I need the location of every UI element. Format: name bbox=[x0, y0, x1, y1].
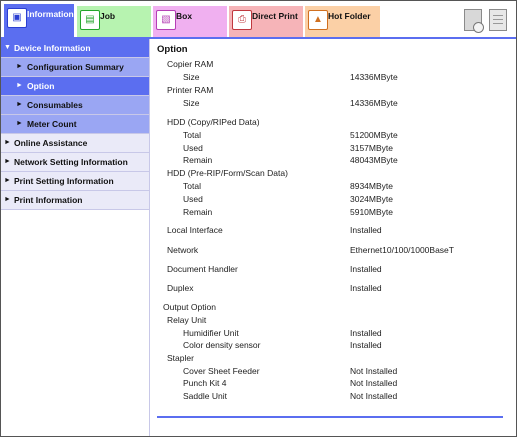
punch-kit-label: Punch Kit 4 bbox=[183, 378, 227, 388]
device-status-icon[interactable] bbox=[464, 9, 484, 33]
line-decor bbox=[493, 15, 503, 16]
line-decor bbox=[493, 19, 503, 20]
humidifier-unit-label: Humidifier Unit bbox=[183, 328, 239, 338]
hdd-copy-remain-value: 48043MByte bbox=[350, 155, 398, 165]
chevron-right-icon: ► bbox=[16, 101, 23, 108]
chevron-right-icon: ► bbox=[16, 63, 23, 70]
tab-box[interactable]: ▧ Box bbox=[153, 6, 227, 38]
duplex-value: Installed bbox=[350, 283, 382, 293]
hdd-prerip-total-label: Total bbox=[183, 181, 201, 191]
hdd-prerip-used-label: Used bbox=[183, 194, 203, 204]
cover-sheet-feeder-label: Cover Sheet Feeder bbox=[183, 366, 260, 376]
output-option-heading: Output Option bbox=[163, 302, 216, 312]
local-interface-value: Installed bbox=[350, 225, 382, 235]
hdd-copy-heading: HDD (Copy/RIPed Data) bbox=[167, 117, 260, 127]
sidebar-item-label: Configuration Summary bbox=[27, 62, 124, 72]
hdd-copy-remain-label: Remain bbox=[183, 155, 213, 165]
tab-direct-print[interactable]: ⎙ Direct Print bbox=[229, 6, 303, 38]
panel-display-icon[interactable] bbox=[489, 9, 507, 31]
network-value: Ethernet10/100/1000BaseT bbox=[350, 245, 454, 255]
printer-ram-size-label: Size bbox=[183, 98, 200, 108]
hdd-copy-total-value: 51200MByte bbox=[350, 130, 398, 140]
network-label: Network bbox=[167, 245, 199, 255]
sidebar-item-option[interactable]: ► Option bbox=[1, 77, 149, 96]
sidebar-item-print-setting-information[interactable]: ► Print Setting Information bbox=[1, 172, 149, 191]
content-divider bbox=[157, 416, 503, 418]
saddle-unit-label: Saddle Unit bbox=[183, 391, 227, 401]
printer-ram-size-value: 14336MByte bbox=[350, 98, 398, 108]
sidebar: ▼ Device Information ► Configuration Sum… bbox=[1, 39, 150, 436]
hdd-copy-used-value: 3157MByte bbox=[350, 143, 393, 153]
tab-label: Hot Folder bbox=[328, 11, 371, 21]
chevron-right-icon: ► bbox=[4, 158, 11, 165]
gear-icon bbox=[473, 22, 484, 33]
hot-folder-icon: ▲ bbox=[308, 10, 328, 30]
chevron-down-icon: ▼ bbox=[4, 44, 11, 51]
printer-ram-heading: Printer RAM bbox=[167, 85, 214, 95]
information-icon: ▣ bbox=[7, 8, 27, 28]
copier-ram-size-label: Size bbox=[183, 72, 200, 82]
chevron-right-icon: ► bbox=[16, 120, 23, 127]
sidebar-item-label: Online Assistance bbox=[14, 138, 88, 148]
direct-print-icon: ⎙ bbox=[232, 10, 252, 30]
duplex-label: Duplex bbox=[167, 283, 194, 293]
sidebar-item-label: Network Setting Information bbox=[14, 157, 128, 167]
sidebar-item-configuration-summary[interactable]: ► Configuration Summary bbox=[1, 58, 149, 77]
sidebar-item-label: Print Information bbox=[14, 195, 83, 205]
hdd-copy-used-label: Used bbox=[183, 143, 203, 153]
sidebar-item-print-information[interactable]: ► Print Information bbox=[1, 191, 149, 210]
job-icon: ▤ bbox=[80, 10, 100, 30]
sidebar-item-device-information[interactable]: ▼ Device Information bbox=[1, 39, 149, 58]
sidebar-item-online-assistance[interactable]: ► Online Assistance bbox=[1, 134, 149, 153]
color-density-sensor-label: Color density sensor bbox=[183, 340, 261, 350]
humidifier-unit-value: Installed bbox=[350, 328, 382, 338]
tab-label: Direct Print bbox=[252, 11, 298, 21]
hdd-prerip-remain-label: Remain bbox=[183, 207, 213, 217]
sidebar-item-network-setting-information[interactable]: ► Network Setting Information bbox=[1, 153, 149, 172]
local-interface-label: Local Interface bbox=[167, 225, 223, 235]
chevron-right-icon: ► bbox=[4, 177, 11, 184]
tab-label: Job bbox=[100, 11, 116, 21]
page-title: Option bbox=[157, 44, 188, 55]
color-density-sensor-value: Installed bbox=[350, 340, 382, 350]
document-handler-label: Document Handler bbox=[167, 264, 238, 274]
sidebar-item-label: Consumables bbox=[27, 100, 83, 110]
hdd-prerip-used-value: 3024MByte bbox=[350, 194, 393, 204]
chevron-right-icon: ► bbox=[16, 82, 23, 89]
tab-label: Box bbox=[176, 11, 193, 21]
hdd-prerip-remain-value: 5910MByte bbox=[350, 207, 393, 217]
copier-ram-heading: Copier RAM bbox=[167, 59, 214, 69]
sidebar-item-label: Print Setting Information bbox=[14, 176, 114, 186]
stapler-heading: Stapler bbox=[167, 353, 194, 363]
chevron-right-icon: ► bbox=[4, 139, 11, 146]
box-icon: ▧ bbox=[156, 10, 176, 30]
copier-ram-size-value: 14336MByte bbox=[350, 72, 398, 82]
saddle-unit-value: Not Installed bbox=[350, 391, 398, 401]
tab-label: Information bbox=[27, 9, 74, 19]
hdd-prerip-total-value: 8934MByte bbox=[350, 181, 393, 191]
tab-bar: ▣ Information ▤ Job ▧ Box ⎙ Direct Print… bbox=[1, 1, 516, 38]
cover-sheet-feeder-value: Not Installed bbox=[350, 366, 398, 376]
hdd-prerip-heading: HDD (Pre-RIP/Form/Scan Data) bbox=[167, 168, 288, 178]
sidebar-item-label: Meter Count bbox=[27, 119, 77, 129]
document-handler-value: Installed bbox=[350, 264, 382, 274]
tab-job[interactable]: ▤ Job bbox=[77, 6, 151, 38]
sidebar-item-meter-count[interactable]: ► Meter Count bbox=[1, 115, 149, 134]
sidebar-item-consumables[interactable]: ► Consumables bbox=[1, 96, 149, 115]
sidebar-item-label: Option bbox=[27, 81, 55, 91]
tab-information[interactable]: ▣ Information bbox=[4, 4, 74, 38]
hdd-copy-total-label: Total bbox=[183, 130, 201, 140]
line-decor bbox=[493, 23, 503, 24]
tab-hot-folder[interactable]: ▲ Hot Folder bbox=[305, 6, 380, 38]
chevron-right-icon: ► bbox=[4, 196, 11, 203]
punch-kit-value: Not Installed bbox=[350, 378, 398, 388]
relay-unit-heading: Relay Unit bbox=[167, 315, 207, 325]
sidebar-item-label: Device Information bbox=[14, 43, 91, 53]
